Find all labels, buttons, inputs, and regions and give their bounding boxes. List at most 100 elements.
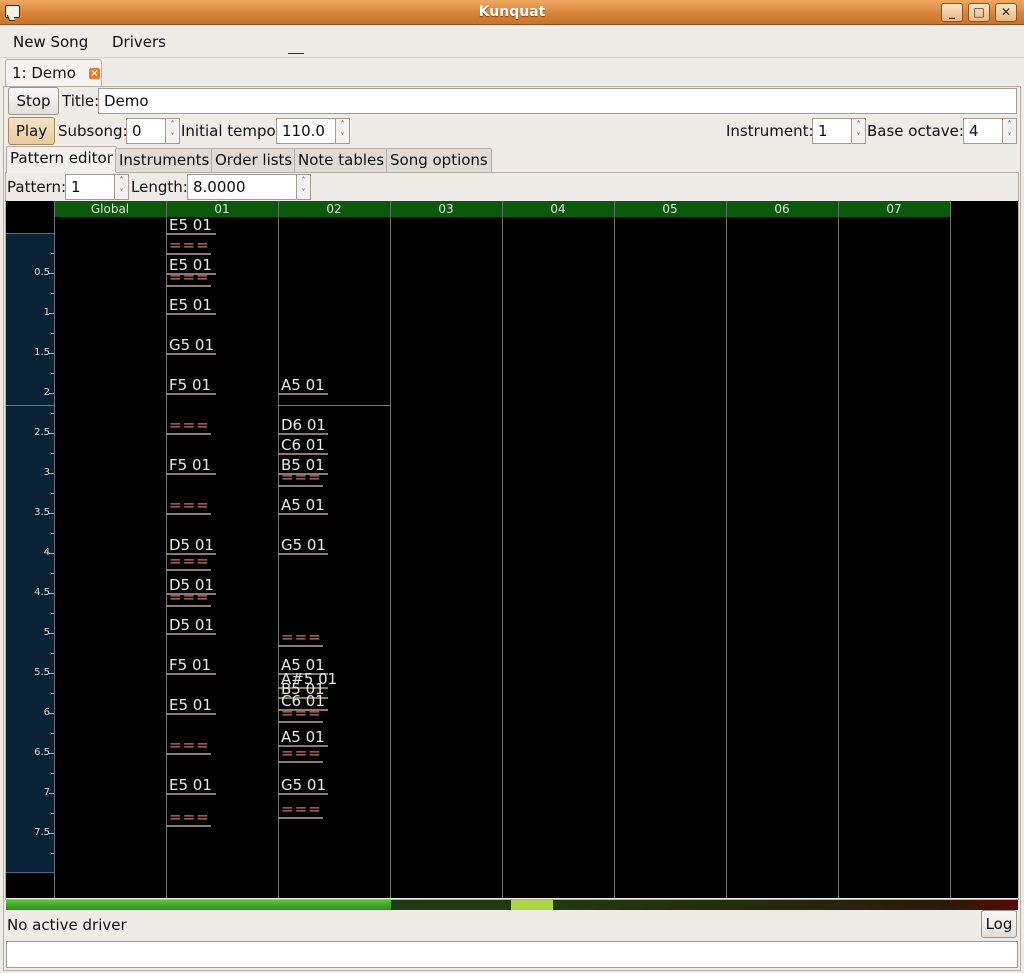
pattern-input[interactable]: 1 (65, 174, 115, 200)
minimize-button[interactable]: _ (941, 3, 963, 22)
octave-label: Base octave: (867, 122, 964, 140)
command-input[interactable] (6, 941, 1018, 968)
length-stepper[interactable]: ˄ ˅ (297, 174, 311, 200)
note-off-event[interactable]: === (169, 497, 210, 513)
pattern-editor[interactable]: 0.5 1 1.5 2 2.5 3 3.5 4 4.5 5 5.5 6 6.5 7 7.5 Global 01… (6, 201, 1018, 898)
note-off-event[interactable]: === (169, 589, 210, 605)
close-window-button[interactable]: ✕ (995, 3, 1017, 22)
note-off-event[interactable]: === (169, 553, 210, 569)
instrument-label: Instrument: (726, 122, 814, 140)
event-trigger-line (278, 433, 328, 435)
instrument-input[interactable]: 1 (812, 118, 852, 144)
column-header-03[interactable]: 03 (390, 201, 502, 217)
note-off-event[interactable]: === (169, 809, 210, 825)
tempo-label: Initial tempo: (181, 122, 281, 140)
tempo-stepper[interactable]: ˄ ˅ (336, 118, 350, 144)
event-trigger-line (166, 285, 211, 287)
note-off-event[interactable]: === (169, 269, 210, 285)
note-event[interactable]: G5 01 (169, 337, 214, 353)
note-off-event[interactable]: === (281, 801, 322, 817)
maximize-icon: □ (973, 5, 985, 19)
note-off-event[interactable]: === (281, 705, 322, 721)
subsong-stepper[interactable]: ˄ ˅ (166, 118, 180, 144)
note-event[interactable]: A5 01 (281, 497, 325, 513)
column-separator (950, 201, 951, 898)
window-title: Kunquat (478, 4, 546, 20)
event-trigger-line (166, 393, 216, 395)
title-input[interactable]: Demo (98, 88, 1017, 114)
log-button[interactable]: Log (981, 910, 1017, 938)
subsong-label: Subsong: (58, 122, 128, 140)
note-event[interactable]: C6 01 (281, 437, 325, 453)
note-event[interactable]: D5 01 (169, 617, 214, 633)
ruler-label: 1.5 (34, 347, 50, 358)
note-event[interactable]: G5 01 (281, 537, 326, 553)
stop-button[interactable]: Stop (8, 87, 59, 115)
event-trigger-line (278, 485, 323, 487)
subsong-input[interactable]: 0 (126, 118, 166, 144)
note-event[interactable]: E5 01 (169, 777, 212, 793)
note-event[interactable]: A5 01 (281, 377, 325, 393)
event-trigger-line (278, 393, 328, 395)
column-header-04[interactable]: 04 (502, 201, 614, 217)
column-header-06[interactable]: 06 (726, 201, 838, 217)
note-event[interactable]: D5 01 (169, 537, 214, 553)
note-event[interactable]: F5 01 (169, 657, 211, 673)
column-header-05[interactable]: 05 (614, 201, 726, 217)
status-text: No active driver (7, 916, 127, 934)
note-off-event[interactable]: === (281, 745, 322, 761)
note-off-event[interactable]: === (169, 237, 210, 253)
note-off-event[interactable]: === (281, 469, 322, 485)
column-separator (726, 201, 727, 898)
note-event[interactable]: F5 01 (169, 457, 211, 473)
note-event[interactable]: G5 01 (281, 777, 326, 793)
pattern-stepper[interactable]: ˄ ˅ (115, 174, 129, 200)
column-header-global[interactable]: Global (54, 201, 166, 217)
note-off-event[interactable]: === (281, 629, 322, 645)
event-trigger-line (166, 825, 211, 827)
column-separator (390, 201, 391, 898)
column-header-01[interactable]: 01 (166, 201, 278, 217)
title-label: Title: (62, 92, 100, 110)
tab-order-lists[interactable]: Order lists (211, 148, 297, 172)
maximize-button[interactable]: □ (968, 3, 990, 22)
level-meter (6, 900, 1018, 910)
column-header-02[interactable]: 02 (278, 201, 390, 217)
event-trigger-line (166, 753, 211, 755)
length-input[interactable]: 8.0000 (187, 174, 297, 200)
play-button[interactable]: Play (8, 117, 55, 145)
menu-new-song[interactable]: New Song (13, 33, 88, 51)
note-event[interactable]: E5 01 (169, 217, 212, 233)
note-event[interactable]: E5 01 (169, 297, 212, 313)
event-trigger-line (166, 253, 211, 255)
tempo-input[interactable]: 110.0 (276, 118, 336, 144)
timeline-ruler[interactable]: 0.5 1 1.5 2 2.5 3 3.5 4 4.5 5 5.5 6 6.5 7 7.5 (6, 201, 54, 898)
event-trigger-line (166, 233, 216, 235)
menu-drivers[interactable]: Drivers (112, 33, 166, 51)
close-tab-icon[interactable]: × (89, 68, 100, 79)
note-event[interactable]: F5 01 (169, 377, 211, 393)
ruler-label: 6.5 (34, 747, 50, 758)
tab-instruments[interactable]: Instruments (115, 148, 214, 172)
ruler-label: 0.5 (34, 267, 50, 278)
column-header-07[interactable]: 07 (838, 201, 950, 217)
octave-input[interactable]: 4 (963, 118, 1003, 144)
menu-bar: New Song Drivers (0, 26, 1024, 58)
column-separator (502, 201, 503, 898)
octave-stepper[interactable]: ˄ ˅ (1003, 118, 1017, 144)
title-bar: Kunquat _ □ ✕ (0, 0, 1024, 25)
document-tab[interactable]: 1: Demo × (5, 59, 102, 87)
edit-cursor-line (278, 405, 390, 406)
note-off-event[interactable]: === (169, 417, 210, 433)
app-icon[interactable] (5, 5, 20, 18)
tab-song-options[interactable]: Song options (386, 148, 492, 172)
note-event[interactable]: E5 01 (169, 697, 212, 713)
tab-note-tables[interactable]: Note tables (294, 148, 389, 172)
event-trigger-line (278, 513, 328, 515)
column-separator (54, 201, 55, 898)
tab-pattern-editor[interactable]: Pattern editor (6, 146, 117, 173)
note-event[interactable]: A5 01 (281, 729, 325, 745)
note-off-event[interactable]: === (169, 737, 210, 753)
instrument-stepper[interactable]: ˄ ˅ (852, 118, 866, 144)
note-event[interactable]: D6 01 (281, 417, 326, 433)
